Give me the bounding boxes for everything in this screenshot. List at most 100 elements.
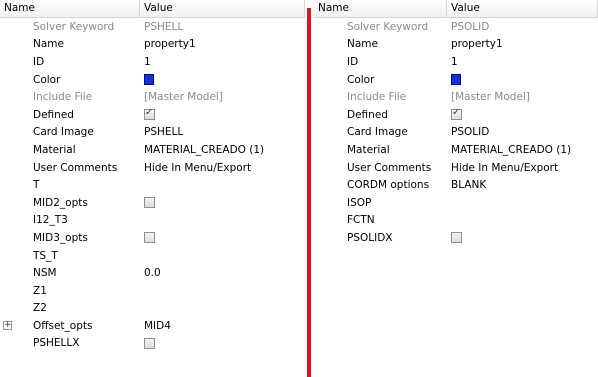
row-value[interactable] [140, 337, 155, 349]
row-value[interactable] [447, 107, 462, 121]
row-name: Name [347, 38, 378, 51]
table-row[interactable]: Defined [314, 106, 598, 124]
row-name: Material [33, 143, 76, 156]
table-header: Name Value [314, 0, 598, 18]
table-row[interactable]: Card Image PSHELL [0, 124, 305, 142]
row-name: MID2_opts [33, 196, 88, 209]
table-row[interactable]: PSHELLX [0, 335, 305, 353]
table-row[interactable]: Name property1 [314, 36, 598, 54]
row-name: MID3_opts [33, 231, 88, 244]
checkbox-icon[interactable] [144, 197, 155, 209]
table-row[interactable]: Z1 [0, 282, 305, 300]
row-name: Solver Keyword [347, 20, 429, 33]
table-row[interactable]: TS_T [0, 247, 305, 265]
checkbox-icon[interactable] [144, 232, 155, 244]
column-header-value[interactable]: Value [447, 0, 598, 17]
table-row[interactable]: Card Image PSOLID [314, 124, 598, 142]
row-name: NSM [33, 267, 57, 280]
column-header-value[interactable]: Value [140, 0, 305, 17]
table-row[interactable]: Z2 [0, 300, 305, 318]
checkbox-icon[interactable] [144, 337, 155, 349]
row-name: CORDM options [347, 179, 430, 192]
row-name: T [33, 179, 40, 192]
table-row[interactable]: MID2_opts [0, 194, 305, 212]
checkbox-icon[interactable] [451, 232, 462, 244]
row-value[interactable]: 1 [447, 56, 458, 68]
row-value[interactable]: MATERIAL_CREADO (1) [140, 144, 264, 156]
table-row[interactable]: Defined [0, 106, 305, 124]
table-row[interactable]: NSM 0.0 [0, 264, 305, 282]
row-name: Name [33, 38, 64, 51]
row-name: User Comments [33, 161, 118, 174]
column-header-name[interactable]: Name [0, 0, 140, 17]
row-value[interactable] [140, 197, 155, 209]
table-row[interactable]: ID 1 [0, 53, 305, 71]
row-value[interactable] [447, 74, 461, 86]
table-row[interactable]: Material MATERIAL_CREADO (1) [0, 141, 305, 159]
row-name: Card Image [33, 126, 94, 139]
row-name: ID [33, 55, 45, 68]
row-value[interactable]: property1 [140, 38, 196, 50]
row-name: TS_T [33, 249, 58, 262]
table-row[interactable]: CORDM options BLANK [314, 176, 598, 194]
row-name: ISOP [347, 196, 372, 209]
table-row[interactable]: User Comments Hide In Menu/Export [0, 159, 305, 177]
row-value: [Master Model] [451, 91, 530, 104]
table-row[interactable]: User Comments Hide In Menu/Export [314, 159, 598, 177]
table-row[interactable]: Include File [Master Model] [0, 88, 305, 106]
row-name: Solver Keyword [33, 20, 115, 33]
row-value[interactable] [140, 107, 155, 121]
table-row[interactable]: FCTN [314, 212, 598, 230]
table-row[interactable]: Include File [Master Model] [314, 88, 598, 106]
checkbox-checked-icon[interactable] [144, 107, 155, 121]
table-row[interactable]: Color [0, 71, 305, 89]
row-value[interactable] [140, 74, 154, 86]
color-swatch-icon[interactable] [144, 74, 154, 86]
row-value[interactable]: 0.0 [140, 267, 161, 279]
row-value[interactable]: 1 [140, 56, 151, 68]
checkbox-checked-icon[interactable] [451, 107, 462, 121]
table-row[interactable]: T [0, 176, 305, 194]
row-value: [Master Model] [144, 91, 223, 104]
row-value[interactable] [447, 232, 462, 244]
row-name: Defined [347, 108, 388, 121]
row-name: ID [347, 55, 359, 68]
table-row[interactable]: I12_T3 [0, 212, 305, 230]
row-name: Defined [33, 108, 74, 121]
plus-expand-icon[interactable]: + [3, 321, 12, 331]
column-header-name[interactable]: Name [314, 0, 447, 17]
table-row[interactable]: MID3_opts [0, 229, 305, 247]
row-name: Material [347, 143, 390, 156]
table-row[interactable]: Material MATERIAL_CREADO (1) [314, 141, 598, 159]
row-value[interactable] [140, 232, 155, 244]
row-name: Card Image [347, 126, 408, 139]
row-value[interactable]: PSOLID [447, 126, 489, 138]
row-value[interactable]: Hide In Menu/Export [140, 162, 251, 174]
property-table-psolid: Name Value Solver Keyword PSOLID Name prop… [314, 0, 598, 377]
row-value[interactable]: PSHELL [140, 126, 183, 138]
table-row[interactable]: Color [314, 71, 598, 89]
row-value[interactable]: Hide In Menu/Export [447, 162, 558, 174]
row-name: Z1 [33, 284, 47, 297]
row-name: Include File [347, 91, 407, 104]
color-swatch-icon[interactable] [451, 74, 461, 86]
table-header: Name Value [0, 0, 305, 18]
red-divider-line [307, 8, 311, 377]
row-value[interactable]: MID4 [140, 320, 171, 332]
table-row[interactable]: ISOP [314, 194, 598, 212]
table-row[interactable]: Solver Keyword PSHELL [0, 18, 305, 36]
table-row[interactable]: Name property1 [0, 36, 305, 54]
table-row[interactable]: PSOLIDX [314, 229, 598, 247]
row-name: Offset_opts [33, 319, 93, 332]
row-name: PSOLIDX [347, 231, 393, 244]
row-value[interactable]: MATERIAL_CREADO (1) [447, 144, 571, 156]
row-name: User Comments [347, 161, 432, 174]
row-name: Color [33, 73, 61, 86]
row-value[interactable]: BLANK [447, 179, 486, 191]
splitter[interactable] [305, 0, 314, 377]
table-row[interactable]: + Offset_opts MID4 [0, 317, 305, 335]
table-row[interactable]: Solver Keyword PSOLID [314, 18, 598, 36]
row-value[interactable]: property1 [447, 38, 503, 50]
table-row[interactable]: ID 1 [314, 53, 598, 71]
row-name: I12_T3 [33, 214, 68, 227]
